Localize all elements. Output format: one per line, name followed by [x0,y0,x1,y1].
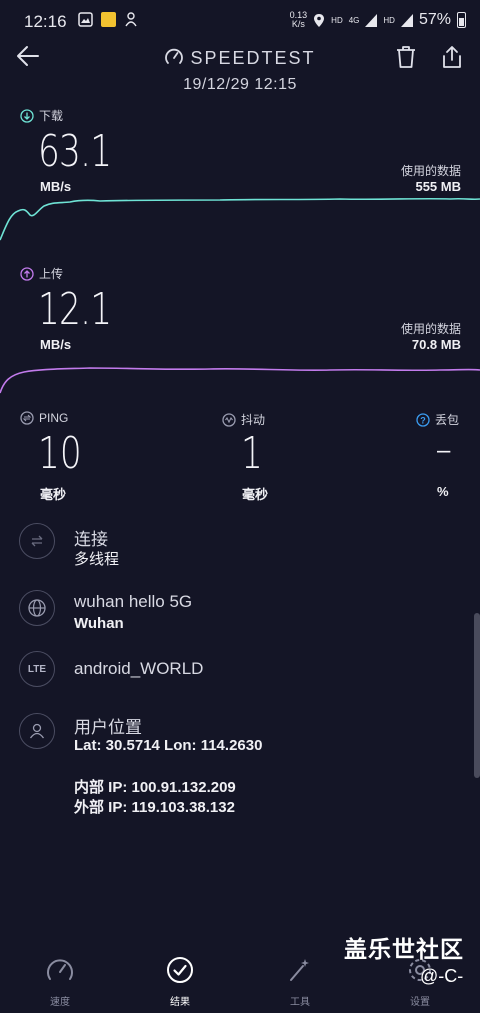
nav-results[interactable]: 结果 [120,956,240,1008]
jitter-label: 抖动 [222,411,265,428]
upload-label: 上传 [20,265,63,282]
battery-icon [457,12,466,28]
nav-tools[interactable]: 工具 [240,956,360,1008]
ping-icon [20,411,34,425]
author-watermark: @-C- [420,966,464,986]
nav-speed[interactable]: 速度 [0,956,120,1008]
signal-icon-2 [400,13,413,27]
user-location-title: 用户位置 [74,718,142,737]
test-timestamp: 19/12/29 12:15 [183,76,297,93]
upload-speed-value: 12.1 [38,284,112,335]
external-ip: 外部 IP: 119.103.38.132 [74,799,235,816]
battery-percent: 57% [418,11,451,28]
status-system-icons: 0.13 K/s HD 4G HD 57% [290,11,466,29]
jitter-value: 1 [241,428,263,479]
help-icon[interactable]: ? [416,412,430,427]
download-speed-value: 63.1 [38,126,112,177]
nav-tools-label: 工具 [290,997,310,1008]
connection-title: 连接 [74,530,108,549]
connection-icon [19,523,55,559]
check-circle-icon [167,957,193,983]
share-icon[interactable] [440,44,464,70]
gallery-notification-icon [78,12,93,27]
jitter-unit: 毫秒 [242,487,269,502]
location-icon [314,13,325,27]
user-coordinates: Lat: 30.5714 Lon: 114.2630 [74,737,263,754]
upload-unit: MB/s [40,337,72,352]
app-title-text: SPEEDTEST [190,48,316,68]
ping-value: 10 [38,428,82,479]
download-arrow-icon [20,108,34,123]
server-name: wuhan hello 5G [74,592,193,611]
lte-icon: LTE [19,651,55,687]
svg-text:?: ? [420,415,426,425]
speedometer-icon [47,959,73,980]
ping-unit: 毫秒 [40,487,67,502]
person-notification-icon [125,12,137,27]
upload-data-value: 70.8 MB [411,337,461,352]
download-data-label: 使用的数据 [400,164,461,178]
packet-loss-label: ? 丢包 [416,411,459,428]
lte-indicator: 4G [348,15,360,25]
upload-arrow-icon [20,266,34,281]
status-notification-icons [78,12,138,27]
packet-loss-unit: % [437,484,449,499]
upload-graph [0,367,480,394]
nav-speed-label: 速度 [50,997,70,1008]
network-speed: 0.13 K/s [289,10,308,29]
app-notification-icon [101,12,116,27]
server-location: Wuhan [74,615,124,632]
magic-wand-icon [290,959,309,981]
community-watermark: 盖乐世社区 [344,936,464,962]
download-label: 下载 [20,107,63,124]
upload-data-label: 使用的数据 [400,322,461,336]
hd-indicator: HD [331,15,343,25]
ping-label: PING [20,411,68,425]
jitter-icon [222,412,236,427]
packet-loss-value: – [437,437,451,464]
internal-ip: 内部 IP: 100.91.132.209 [74,779,236,796]
status-time: 12:16 [24,12,67,31]
connection-type: 多线程 [74,551,120,568]
signal-icon [365,13,378,27]
provider-name: android_WORLD [74,659,204,678]
speedtest-logo-icon [165,48,184,64]
nav-settings-label: 设置 [410,997,430,1008]
hd-indicator-2: HD [383,15,395,25]
nav-results-label: 结果 [170,997,190,1008]
user-location-icon [19,713,55,749]
download-graph [0,197,480,241]
trash-icon[interactable] [394,44,418,70]
globe-icon [19,590,55,626]
scrollbar-thumb[interactable] [474,613,480,778]
